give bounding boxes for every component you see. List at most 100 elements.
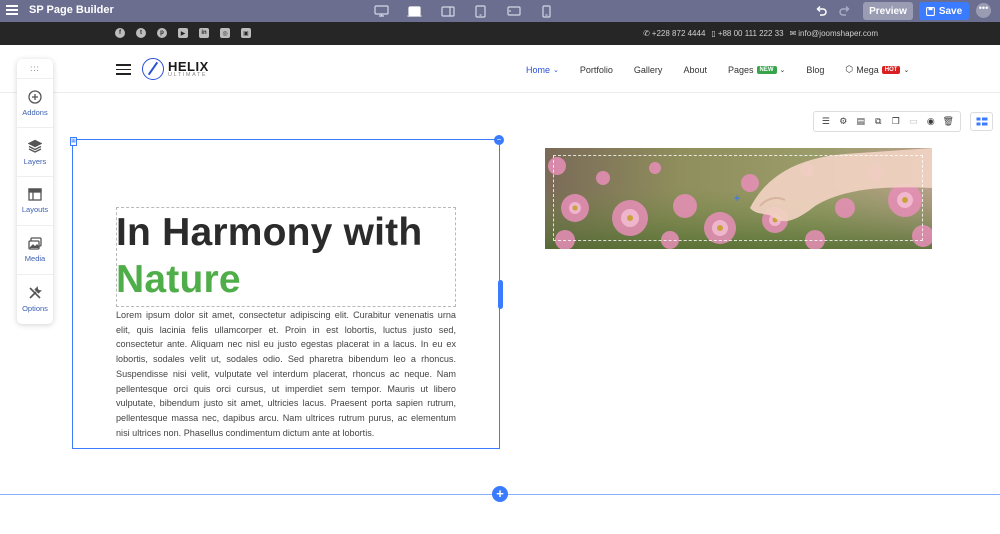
column-resize-handle[interactable] <box>498 280 503 309</box>
layout-icon <box>28 188 42 201</box>
site-logo[interactable]: HELIX ULTIMATE <box>142 58 209 80</box>
heading-line-2: Nature <box>116 258 241 301</box>
side-item-layouts[interactable]: Layouts <box>17 177 53 226</box>
nav-label-pages: Pages <box>727 64 754 75</box>
side-label-layers: Layers <box>23 156 47 166</box>
eye-icon[interactable]: ◉ <box>925 116 937 128</box>
builder-toolbar: SP Page Builder Preview Save ••• <box>0 0 1000 22</box>
mobile-number: +88 00 111 222 33 <box>717 29 784 38</box>
preview-button[interactable]: Preview <box>863 2 913 20</box>
column-layout-button[interactable] <box>970 112 993 131</box>
cube-icon: ⬡ <box>845 64 854 74</box>
media-icon <box>28 237 42 250</box>
logo-name: HELIX <box>168 58 209 74</box>
nav-item-mega[interactable]: ⬡ Mega HOT ⌄ <box>845 64 909 75</box>
side-item-layers[interactable]: Layers <box>17 128 53 177</box>
side-item-options[interactable]: Options <box>17 275 53 324</box>
phone-icon: ✆ <box>643 29 650 38</box>
mobile-icon[interactable] <box>530 3 563 19</box>
side-label-layouts: Layouts <box>21 205 49 214</box>
side-item-addons[interactable]: Addons <box>17 79 53 128</box>
offcanvas-menu-icon[interactable] <box>116 64 131 75</box>
gear-icon[interactable]: ⚙ <box>837 116 849 128</box>
side-item-media[interactable]: Media <box>17 226 53 275</box>
nav-item-portfolio[interactable]: Portfolio <box>580 64 613 75</box>
chevron-down-icon: ⌄ <box>779 66 786 74</box>
laptop-icon[interactable] <box>398 3 431 19</box>
builder-side-panel: ::: Addons Layers Layouts Media Options <box>17 59 53 324</box>
phone-contact[interactable]: ✆ +228 872 4444 <box>643 29 705 38</box>
site-topbar: f t p ▶ in ◎ ▣ ✆ +228 872 4444 ▯ +88 00 11… <box>0 22 1000 45</box>
column-grip-icon[interactable]: ▦ <box>70 137 77 146</box>
section-paragraph[interactable]: Lorem ipsum dolor sit amet, consectetur … <box>116 308 456 440</box>
trash-icon[interactable]: 🗑 <box>942 116 954 128</box>
linkedin-icon[interactable]: in <box>199 28 209 38</box>
crosshair-icon: + <box>734 193 741 205</box>
chevron-down-icon: ⌄ <box>553 66 559 74</box>
nav-label-gallery: Gallery <box>633 64 663 75</box>
tablet-landscape-icon[interactable] <box>431 3 464 19</box>
phone-number: +228 872 4444 <box>651 29 706 38</box>
tablet-icon[interactable] <box>464 3 497 19</box>
builder-menu-icon[interactable] <box>6 5 18 15</box>
duplicate-icon[interactable]: ⧉ <box>872 116 884 128</box>
side-label-options: Options <box>22 304 48 313</box>
row-settings-icon[interactable]: ☰ <box>820 116 832 128</box>
section-heading[interactable]: In Harmony with Nature <box>116 209 422 303</box>
facebook-icon[interactable]: f <box>115 28 125 38</box>
device-switcher <box>365 3 563 19</box>
heading-line-1: In Harmony with <box>116 211 423 254</box>
plus-circle-icon <box>28 89 42 104</box>
side-label-addons: Addons <box>22 107 48 117</box>
youtube-icon[interactable]: ▶ <box>178 28 188 38</box>
nav-item-blog[interactable]: Blog <box>806 64 824 75</box>
nav-item-home[interactable]: Home ⌄ <box>526 64 559 75</box>
paste-icon[interactable]: ▭ <box>907 116 919 128</box>
twitter-icon[interactable]: t <box>136 28 146 38</box>
envelope-icon: ✉ <box>789 29 797 38</box>
chevron-down-icon: ⌄ <box>903 66 910 74</box>
logo-subtitle: ULTIMATE <box>168 71 208 78</box>
desktop-icon[interactable] <box>365 3 398 19</box>
builder-title: SP Page Builder <box>29 4 114 16</box>
tools-icon <box>29 286 42 299</box>
email-address: info@joomshaper.com <box>798 29 878 38</box>
save-icon <box>925 6 935 16</box>
hot-badge: HOT <box>881 65 901 74</box>
logo-text: HELIX ULTIMATE <box>168 60 209 79</box>
undo-icon[interactable] <box>815 4 827 22</box>
mobile-landscape-icon[interactable] <box>497 3 530 19</box>
nav-item-pages[interactable]: Pages NEW ⌄ <box>728 64 785 75</box>
pinterest-icon[interactable]: p <box>157 28 167 38</box>
social-links: f t p ▶ in ◎ ▣ <box>115 28 251 38</box>
redo-icon[interactable] <box>839 4 851 22</box>
more-options-button[interactable]: ••• <box>976 3 991 18</box>
nav-label-portfolio: Portfolio <box>579 64 613 75</box>
save-addon-icon[interactable]: ▤ <box>855 116 867 128</box>
save-button[interactable]: Save <box>919 2 969 20</box>
column-layout-icon <box>976 117 987 126</box>
copy-icon[interactable]: ❐ <box>890 116 902 128</box>
site-header: HELIX ULTIMATE Home ⌄ Portfolio Gallery A… <box>0 45 1000 93</box>
mobile-contact[interactable]: ▯ +88 00 111 222 33 <box>711 29 783 38</box>
addon-toolbar: ☰ ⚙ ▤ ⧉ ❐ ▭ ◉ 🗑 <box>813 111 961 132</box>
email-contact[interactable]: ✉ info@joomshaper.com <box>790 29 878 38</box>
mobile-phone-icon: ▯ <box>711 29 716 38</box>
nav-item-about[interactable]: About <box>683 64 707 75</box>
flickr-icon[interactable]: ▣ <box>241 28 251 38</box>
layers-icon <box>28 139 42 153</box>
nav-item-gallery[interactable]: Gallery <box>634 64 663 75</box>
nav-label-mega: Mega <box>856 64 879 75</box>
nav-label-blog: Blog <box>806 64 825 75</box>
add-section-button[interactable]: + <box>492 486 508 502</box>
contact-info: ✆ +228 872 4444 ▯ +88 00 111 222 33 ✉ info@… <box>643 29 878 38</box>
instagram-icon[interactable]: ◎ <box>220 28 230 38</box>
main-nav: Home ⌄ Portfolio Gallery About Pages NEW … <box>526 64 930 75</box>
history-controls <box>815 4 851 22</box>
save-label: Save <box>938 5 963 17</box>
column-collapse-icon[interactable]: − <box>494 135 504 145</box>
nav-label-about: About <box>683 64 707 75</box>
side-label-media: Media <box>24 254 46 263</box>
nav-label-home: Home <box>526 64 551 75</box>
drag-handle-icon[interactable]: ::: <box>17 59 53 79</box>
